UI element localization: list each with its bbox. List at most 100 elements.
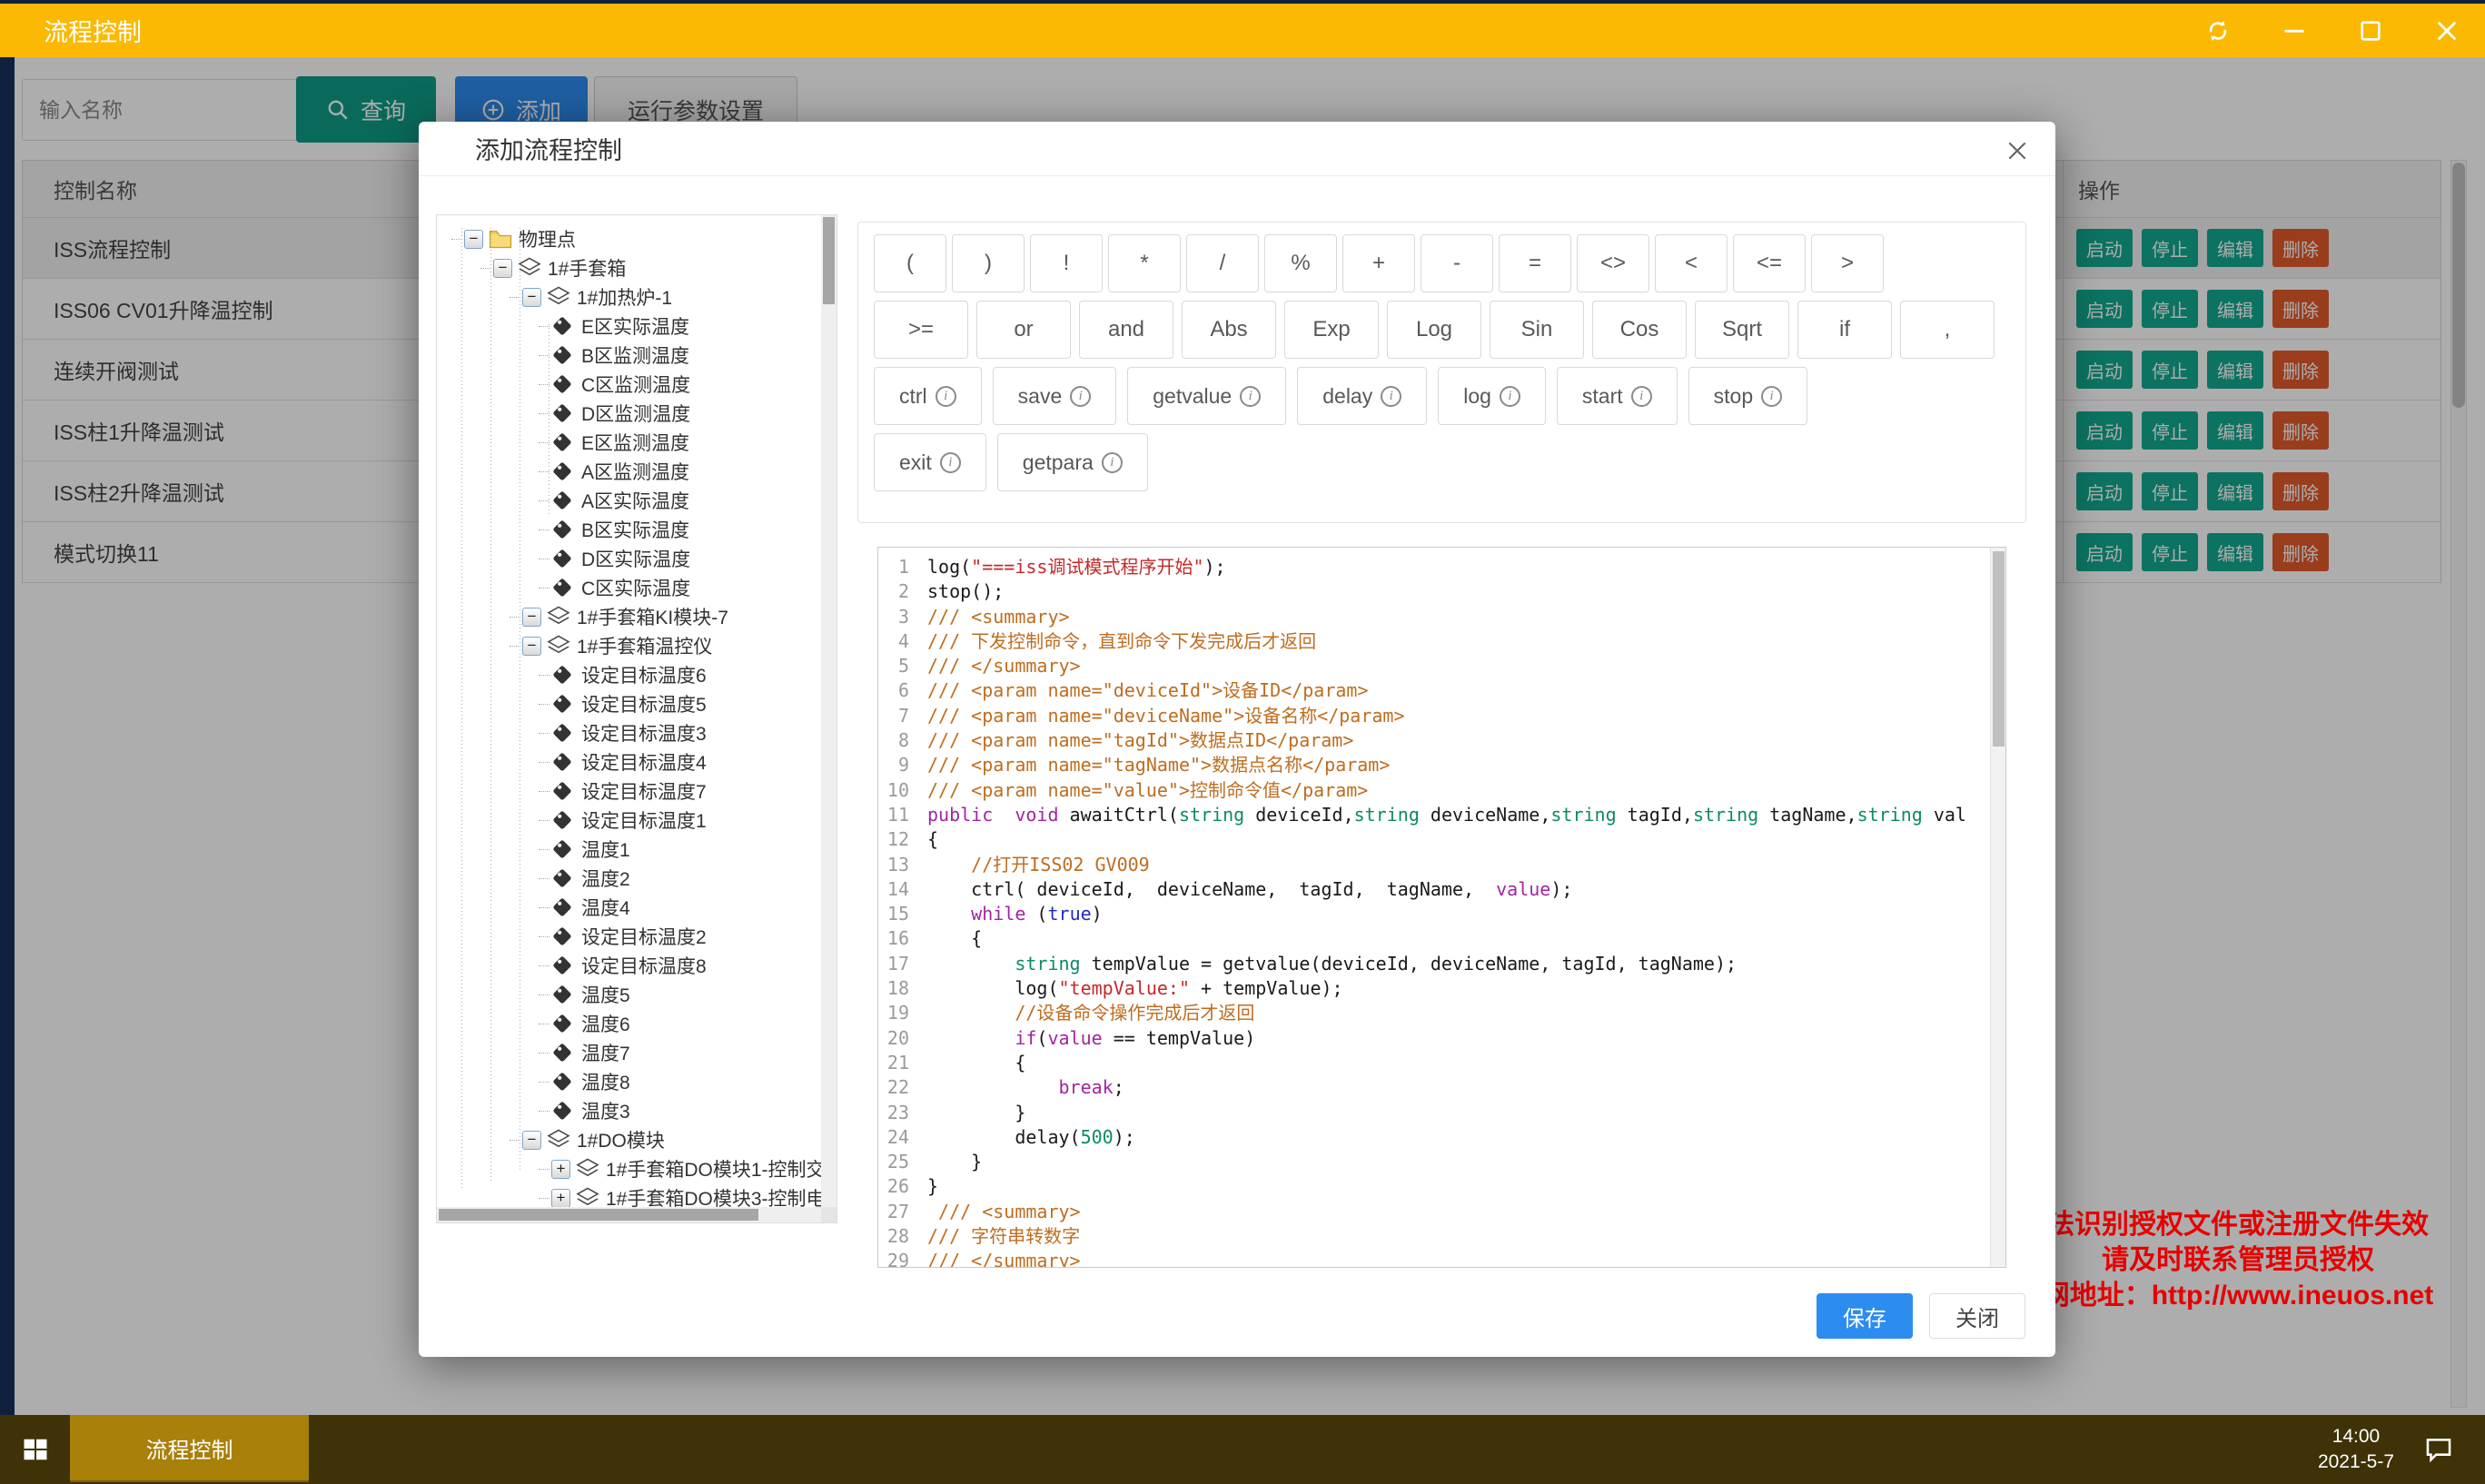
tree-node-A区监测温度[interactable]: A区监测温度 (437, 457, 821, 486)
tree-node-B区实际温度[interactable]: B区实际温度 (437, 515, 821, 544)
tree-vscroll-thumb[interactable] (823, 217, 835, 304)
collapse-icon[interactable]: − (493, 259, 512, 278)
tree-node-1#手套箱温控仪[interactable]: −1#手套箱温控仪 (437, 631, 821, 660)
tree-node-D区实际温度[interactable]: D区实际温度 (437, 544, 821, 573)
tree-node-温度1[interactable]: 温度1 (437, 835, 821, 864)
tree-vertical-scrollbar[interactable] (821, 215, 837, 1207)
code-line: 2stop(); (878, 579, 2005, 604)
info-icon: i (1240, 386, 1261, 407)
chat-bubble-icon[interactable] (2421, 1432, 2456, 1467)
tree-node-1#手套箱DO模块1-控制交[interactable]: +1#手套箱DO模块1-控制交 (437, 1154, 821, 1183)
operator-([interactable]: ( (874, 234, 946, 292)
operator-Cos[interactable]: Cos (1592, 301, 1687, 359)
tree-node-A区实际温度[interactable]: A区实际温度 (437, 486, 821, 515)
tree-horizontal-scrollbar[interactable] (437, 1207, 821, 1222)
tree-connector (539, 675, 549, 676)
operator-Sqrt[interactable]: Sqrt (1695, 301, 1789, 359)
maximize-icon[interactable] (2332, 4, 2409, 57)
tree-node-温度3[interactable]: 温度3 (437, 1096, 821, 1125)
operator->[interactable]: > (1811, 234, 1884, 292)
operator--[interactable]: - (1421, 234, 1493, 292)
operator-getpara[interactable]: getparai (997, 433, 1148, 491)
taskbar-clock[interactable]: 14:00 2021-5-7 (2318, 1424, 2394, 1475)
collapse-icon[interactable]: − (522, 288, 541, 307)
script-editor[interactable]: 1log("===iss调试模式程序开始");2stop();3/// <sum… (877, 547, 2006, 1268)
tree-node-设定目标温度3[interactable]: 设定目标温度3 (437, 718, 821, 747)
tree-node-B区监测温度[interactable]: B区监测温度 (437, 341, 821, 370)
operator-/[interactable]: / (1186, 234, 1259, 292)
operator-<>[interactable]: <> (1577, 234, 1649, 292)
taskbar-app-process-control[interactable]: 流程控制 (70, 1415, 309, 1482)
collapse-icon[interactable]: − (522, 637, 541, 656)
expand-icon[interactable]: + (551, 1189, 570, 1208)
tree-node-温度2[interactable]: 温度2 (437, 864, 821, 893)
operator-Log[interactable]: Log (1387, 301, 1481, 359)
collapse-icon[interactable]: − (522, 1131, 541, 1150)
tree-node-1#加热炉-1[interactable]: −1#加热炉-1 (437, 282, 821, 312)
tree-node-D区监测温度[interactable]: D区监测温度 (437, 399, 821, 428)
tree-node-温度6[interactable]: 温度6 (437, 1009, 821, 1038)
tree-node-设定目标温度7[interactable]: 设定目标温度7 (437, 777, 821, 806)
operator-ctrl[interactable]: ctrli (874, 367, 982, 425)
tree-node-C区监测温度[interactable]: C区监测温度 (437, 370, 821, 399)
tree-node-设定目标温度8[interactable]: 设定目标温度8 (437, 951, 821, 980)
operator-log[interactable]: logi (1438, 367, 1546, 425)
operator-Abs[interactable]: Abs (1182, 301, 1276, 359)
operator-=[interactable]: = (1499, 234, 1571, 292)
tree-hscroll-thumb[interactable] (439, 1209, 758, 1221)
tree-node-物理点[interactable]: −物理点 (437, 224, 821, 253)
operator-%[interactable]: % (1264, 234, 1337, 292)
minimize-icon[interactable] (2256, 4, 2332, 57)
tree-connector (539, 936, 549, 937)
operator-start[interactable]: starti (1557, 367, 1678, 425)
operator-![interactable]: ! (1030, 234, 1103, 292)
close-window-icon[interactable] (2409, 4, 2485, 57)
save-button[interactable]: 保存 (1817, 1293, 1913, 1339)
tree-node-label: 1#手套箱DO模块3-控制电 (606, 1184, 821, 1207)
operator-)[interactable]: ) (952, 234, 1025, 292)
operator-*[interactable]: * (1108, 234, 1181, 292)
operator-delay[interactable]: delayi (1297, 367, 1427, 425)
close-button[interactable]: 关闭 (1929, 1293, 2025, 1339)
tree-node-温度7[interactable]: 温度7 (437, 1038, 821, 1067)
operator-<=[interactable]: <= (1733, 234, 1806, 292)
tree-node-设定目标温度4[interactable]: 设定目标温度4 (437, 747, 821, 777)
editor-scrollbar-thumb[interactable] (1993, 551, 2005, 747)
expand-icon[interactable]: + (551, 1160, 570, 1179)
operator-stop[interactable]: stopi (1688, 367, 1807, 425)
tree-node-1#手套箱KI模块-7[interactable]: −1#手套箱KI模块-7 (437, 602, 821, 631)
tree-node-C区实际温度[interactable]: C区实际温度 (437, 573, 821, 602)
operator-Exp[interactable]: Exp (1284, 301, 1379, 359)
tree-node-E区监测温度[interactable]: E区监测温度 (437, 428, 821, 457)
operator-and[interactable]: and (1079, 301, 1173, 359)
code-line: 29/// </summary> (878, 1249, 2005, 1268)
collapse-icon[interactable]: − (522, 608, 541, 627)
operator-Sin[interactable]: Sin (1490, 301, 1584, 359)
operator-exit[interactable]: exiti (874, 433, 986, 491)
operator->=[interactable]: >= (874, 301, 968, 359)
operator-or[interactable]: or (976, 301, 1071, 359)
tree-node-设定目标温度6[interactable]: 设定目标温度6 (437, 660, 821, 689)
tree-node-温度5[interactable]: 温度5 (437, 980, 821, 1009)
tree-node-设定目标温度2[interactable]: 设定目标温度2 (437, 922, 821, 951)
operator-<[interactable]: < (1655, 234, 1728, 292)
tree-node-1#手套箱DO模块3-控制电[interactable]: +1#手套箱DO模块3-控制电 (437, 1183, 821, 1207)
editor-scrollbar[interactable] (1990, 548, 2005, 1267)
operator-getvalue[interactable]: getvaluei (1127, 367, 1286, 425)
tree-node-设定目标温度1[interactable]: 设定目标温度1 (437, 806, 821, 835)
start-button[interactable] (0, 1415, 70, 1484)
collapse-icon[interactable]: − (464, 230, 483, 249)
operator-+[interactable]: + (1342, 234, 1415, 292)
line-number: 11 (878, 803, 918, 827)
operator-,[interactable]: , (1900, 301, 1995, 359)
refresh-icon[interactable] (2180, 4, 2256, 57)
tree-node-1#手套箱[interactable]: −1#手套箱 (437, 253, 821, 282)
operator-save[interactable]: savei (993, 367, 1117, 425)
tree-node-1#DO模块[interactable]: −1#DO模块 (437, 1125, 821, 1154)
operator-if[interactable]: if (1797, 301, 1892, 359)
tree-node-温度8[interactable]: 温度8 (437, 1067, 821, 1096)
tree-node-温度4[interactable]: 温度4 (437, 893, 821, 922)
modal-close-icon[interactable] (1999, 133, 2035, 169)
tree-node-设定目标温度5[interactable]: 设定目标温度5 (437, 689, 821, 718)
tree-node-E区实际温度[interactable]: E区实际温度 (437, 312, 821, 341)
